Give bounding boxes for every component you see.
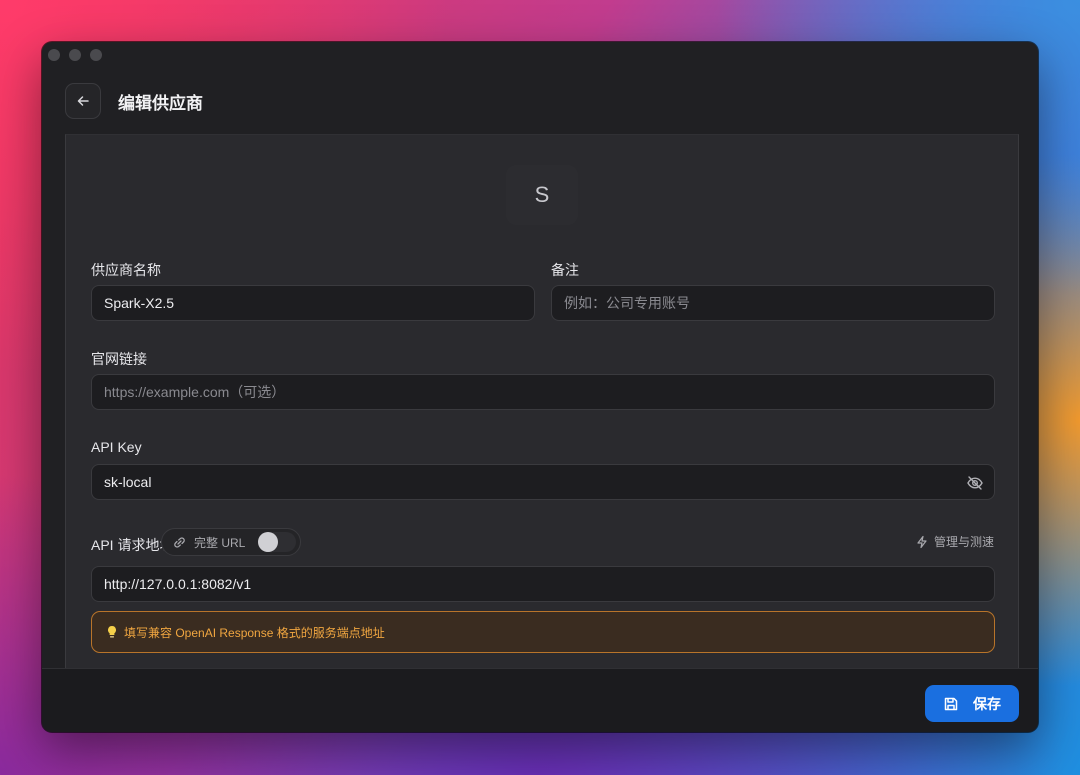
link-icon <box>174 536 185 548</box>
endpoint-input[interactable]: http://127.0.0.1:8082/v1 <box>91 566 995 602</box>
back-button[interactable] <box>65 83 101 119</box>
eye-off-icon[interactable] <box>966 474 984 492</box>
api-key-label: API Key <box>91 439 142 455</box>
website-input[interactable]: https://example.com（可选） <box>91 374 995 410</box>
note-input[interactable]: 例如：公司专用账号 <box>551 285 995 321</box>
switch-knob <box>258 532 279 552</box>
full-url-switch[interactable] <box>258 532 297 552</box>
full-url-label: 完整 URL <box>194 535 246 550</box>
full-url-toggle[interactable]: 完整 URL <box>161 528 301 556</box>
lightbulb-icon <box>108 626 116 638</box>
lightning-icon <box>917 535 927 548</box>
provider-avatar[interactable]: S <box>506 165 578 225</box>
website-label: 官网链接 <box>91 351 147 367</box>
save-button[interactable]: 保存 <box>925 685 1019 722</box>
manage-speedtest-link[interactable]: 管理与测速 <box>915 533 994 550</box>
close-window-button[interactable] <box>48 49 60 61</box>
manage-label: 管理与测速 <box>933 535 994 549</box>
window-controls <box>48 49 102 61</box>
save-label: 保存 <box>973 696 1001 713</box>
provider-name-input[interactable]: Spark-X2.5 <box>91 285 535 321</box>
arrow-left-icon <box>77 96 89 106</box>
app-window: 编辑供应商 S 供应商名称 Spark-X2.5 备注 例如：公司专用账号 官网… <box>42 42 1038 732</box>
minimize-window-button[interactable] <box>69 49 81 61</box>
endpoint-hint: 填写兼容 OpenAI Response 格式的服务端点地址 <box>91 611 995 653</box>
provider-form: S 供应商名称 Spark-X2.5 备注 例如：公司专用账号 官网链接 htt… <box>65 134 1019 668</box>
page-title: 编辑供应商 <box>118 94 203 114</box>
zoom-window-button[interactable] <box>90 49 102 61</box>
provider-name-label: 供应商名称 <box>91 262 161 278</box>
hint-text: 填写兼容 OpenAI Response 格式的服务端点地址 <box>124 625 385 640</box>
api-key-input[interactable]: sk-local <box>91 464 995 500</box>
page-header: 编辑供应商 <box>42 72 1038 134</box>
footer-bar: 保存 <box>42 668 1038 732</box>
api-key-value: sk-local <box>104 474 152 490</box>
save-icon <box>944 697 958 710</box>
note-label: 备注 <box>551 262 579 278</box>
